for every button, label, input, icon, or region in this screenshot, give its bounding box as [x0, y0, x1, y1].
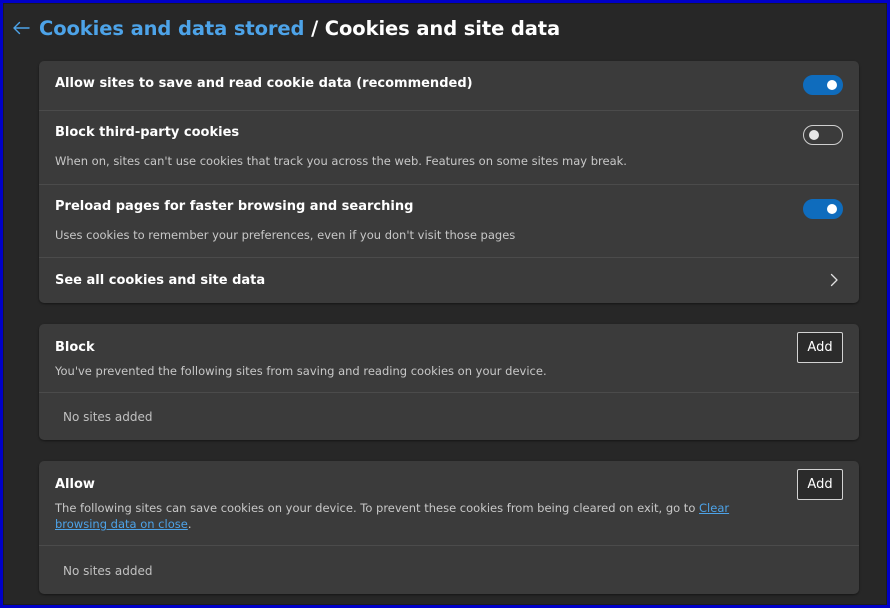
block-third-party-label: Block third-party cookies [55, 125, 240, 140]
block-section-title: Block [55, 340, 95, 355]
allow-sites-toggle[interactable] [803, 75, 843, 95]
allow-section-title: Allow [55, 477, 95, 492]
back-button[interactable] [7, 14, 35, 42]
divider [39, 392, 859, 393]
allow-description-text: The following sites can save cookies on … [55, 501, 700, 515]
toggle-knob [827, 80, 837, 90]
toggle-knob [827, 204, 837, 214]
setting-row-allow-sites: Allow sites to save and read cookie data… [39, 61, 859, 110]
arrow-left-icon [13, 21, 30, 35]
settings-page: Cookies and data stored / Cookies and si… [3, 3, 887, 605]
setting-row-preload-pages: Preload pages for faster browsing and se… [39, 185, 859, 257]
allow-description-end: . [187, 517, 192, 531]
breadcrumb-parent-link[interactable]: Cookies and data stored [39, 17, 304, 40]
toggle-knob [809, 130, 819, 140]
chevron-right-icon [830, 273, 838, 287]
allow-sites-card: Allow The following sites can save cooki… [39, 461, 859, 594]
preload-pages-label: Preload pages for faster browsing and se… [55, 199, 414, 214]
allow-empty-state: No sites added [63, 564, 153, 578]
preload-pages-description: Uses cookies to remember your preference… [55, 228, 516, 242]
breadcrumb-separator: / [304, 16, 325, 40]
allow-section-description: The following sites can save cookies on … [55, 500, 775, 532]
see-all-cookies-row[interactable]: See all cookies and site data [39, 258, 859, 303]
add-allowed-site-button[interactable]: Add [797, 469, 843, 500]
cookie-settings-card: Allow sites to save and read cookie data… [39, 61, 859, 303]
setting-row-block-third-party: Block third-party cookies When on, sites… [39, 111, 859, 184]
block-third-party-toggle[interactable] [803, 125, 843, 145]
page-title: Cookies and data stored / Cookies and si… [39, 17, 560, 40]
block-sites-card: Block You've prevented the following sit… [39, 324, 859, 440]
breadcrumb-current: Cookies and site data [324, 16, 561, 40]
allow-sites-label: Allow sites to save and read cookie data… [55, 76, 473, 91]
page-header: Cookies and data stored / Cookies and si… [3, 11, 560, 45]
see-all-cookies-label: See all cookies and site data [55, 273, 266, 288]
preload-pages-toggle[interactable] [803, 199, 843, 219]
block-empty-state: No sites added [63, 410, 153, 424]
block-third-party-description: When on, sites can't use cookies that tr… [55, 154, 627, 168]
block-section-description: You've prevented the following sites fro… [55, 364, 547, 378]
add-blocked-site-button[interactable]: Add [797, 332, 843, 363]
divider [39, 545, 859, 546]
